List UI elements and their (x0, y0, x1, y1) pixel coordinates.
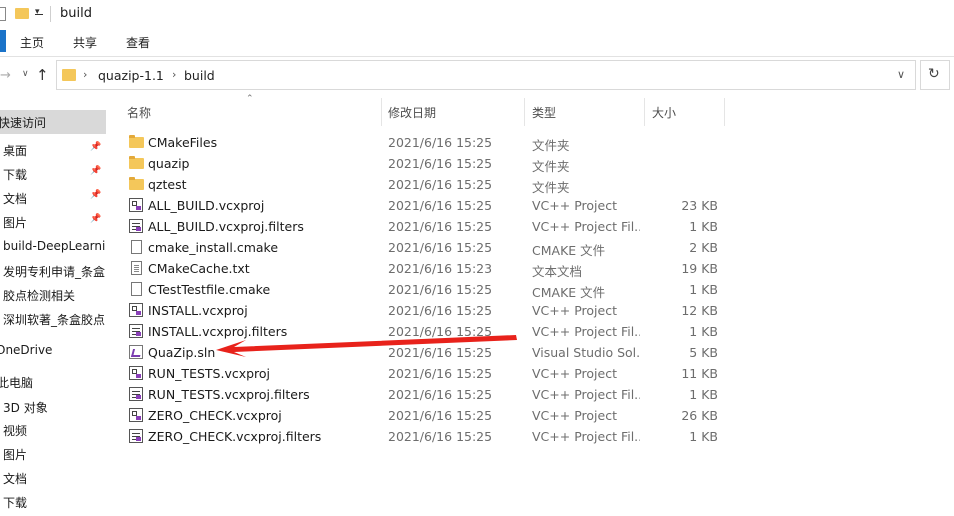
red-arrow-icon (216, 335, 517, 357)
annotation-arrow (216, 335, 517, 357)
